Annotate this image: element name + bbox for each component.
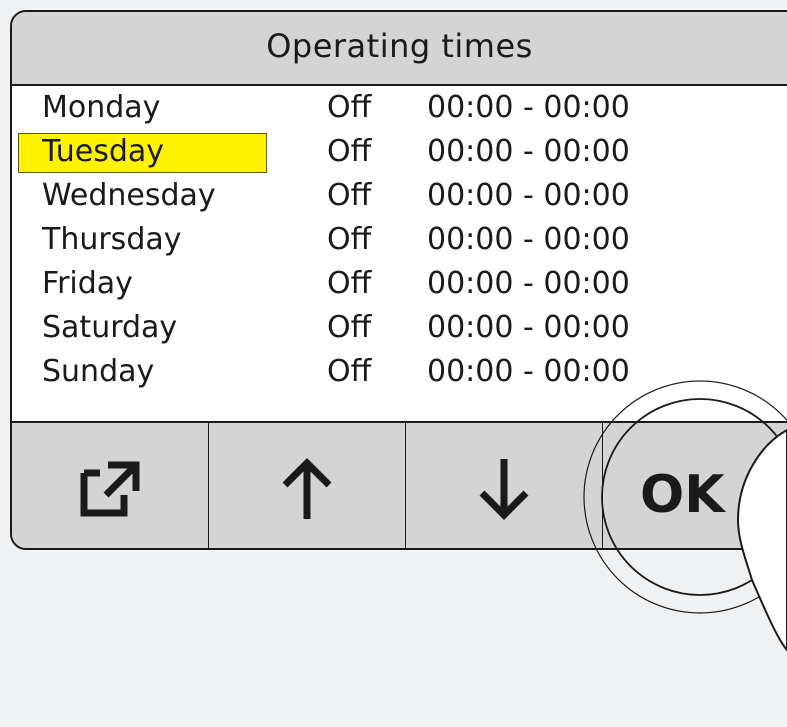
schedule-row-saturday[interactable]: Saturday Off 00:00 - 00:00 xyxy=(12,306,787,350)
schedule-row-tuesday[interactable]: Tuesday Off 00:00 - 00:00 xyxy=(12,130,787,174)
state-value: Off xyxy=(327,134,372,169)
schedule-row-monday[interactable]: Monday Off 00:00 - 00:00 xyxy=(12,86,787,130)
time-range: 00:00 - 00:00 xyxy=(427,354,630,389)
schedule-row-wednesday[interactable]: Wednesday Off 00:00 - 00:00 xyxy=(12,174,787,218)
time-range: 00:00 - 00:00 xyxy=(427,222,630,257)
day-label: Thursday xyxy=(42,222,182,257)
time-range: 00:00 - 00:00 xyxy=(427,90,630,125)
time-range: 00:00 - 00:00 xyxy=(427,310,630,345)
state-value: Off xyxy=(327,354,372,389)
day-label: Wednesday xyxy=(42,178,216,213)
schedule-row-friday[interactable]: Friday Off 00:00 - 00:00 xyxy=(12,262,787,306)
move-up-button[interactable] xyxy=(209,423,406,548)
day-label: Friday xyxy=(42,266,133,301)
schedule-row-sunday[interactable]: Sunday Off 00:00 - 00:00 xyxy=(12,350,787,394)
time-range: 00:00 - 00:00 xyxy=(427,178,630,213)
state-value: Off xyxy=(327,90,372,125)
day-label: Tuesday xyxy=(42,134,165,169)
ok-button-label: OK xyxy=(640,465,725,525)
move-down-button[interactable] xyxy=(406,423,603,548)
schedule-list: Monday Off 00:00 - 00:00 Tuesday Off 00:… xyxy=(12,86,787,394)
page-title: Operating times xyxy=(266,27,533,65)
state-value: Off xyxy=(327,222,372,257)
schedule-row-thursday[interactable]: Thursday Off 00:00 - 00:00 xyxy=(12,218,787,262)
day-label: Monday xyxy=(42,90,161,125)
title-bar: Operating times xyxy=(12,12,787,86)
arrow-down-icon xyxy=(479,458,529,520)
day-label: Saturday xyxy=(42,310,178,345)
day-label: Sunday xyxy=(42,354,155,389)
edit-open-icon xyxy=(80,461,140,516)
edit-button[interactable] xyxy=(12,423,209,548)
state-value: Off xyxy=(327,178,372,213)
state-value: Off xyxy=(327,310,372,345)
time-range: 00:00 - 00:00 xyxy=(427,266,630,301)
state-value: Off xyxy=(327,266,372,301)
time-range: 00:00 - 00:00 xyxy=(427,134,630,169)
arrow-up-icon xyxy=(282,457,332,519)
